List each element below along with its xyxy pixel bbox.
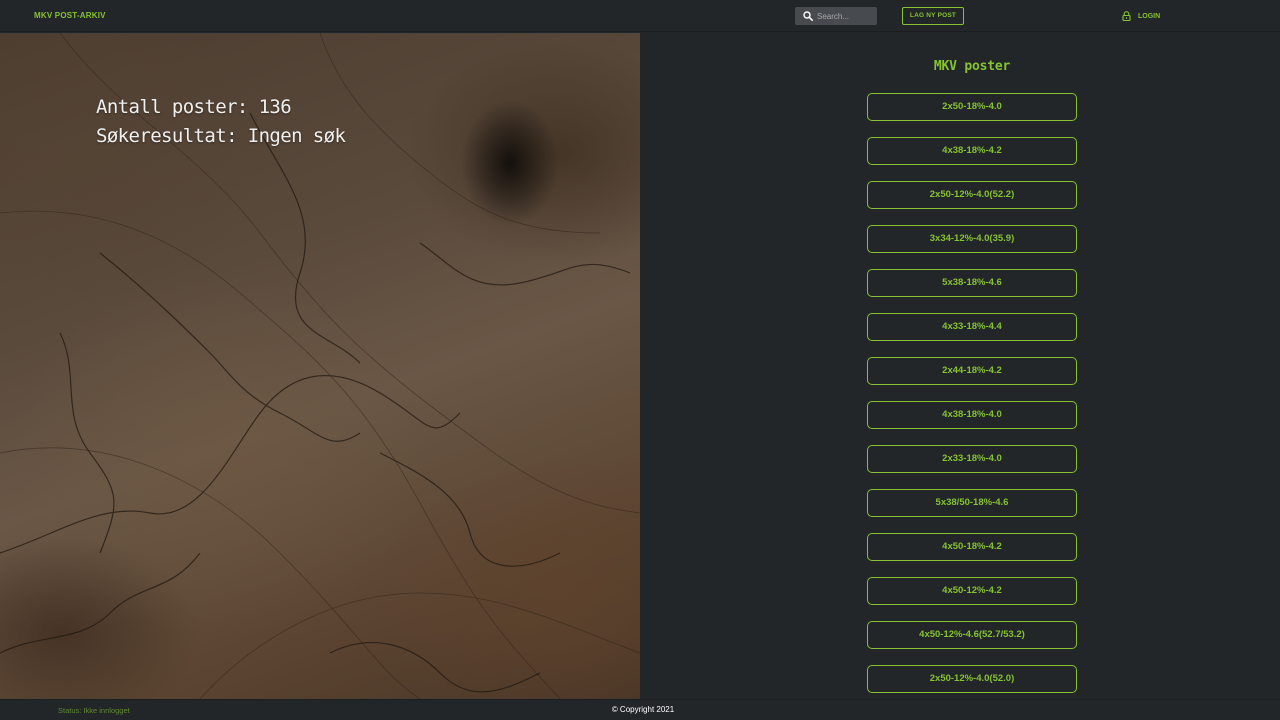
brand-link[interactable]: MKV POST-ARKIV bbox=[34, 11, 106, 20]
search-box[interactable] bbox=[795, 7, 877, 25]
post-item-button[interactable]: 5x38-18%-4.6 bbox=[867, 269, 1077, 297]
post-item-button[interactable]: 2x50-18%-4.0 bbox=[867, 93, 1077, 121]
post-item-button[interactable]: 2x50-12%-4.0(52.0) bbox=[867, 665, 1077, 693]
search-result-text: Søkeresultat: Ingen søk bbox=[96, 125, 346, 147]
copyright-text: © Copyright 2021 bbox=[611, 705, 675, 714]
hero-wood-background: Antall poster: 136 Søkeresultat: Ingen s… bbox=[0, 33, 640, 699]
post-item-button[interactable]: 4x38-18%-4.2 bbox=[867, 137, 1077, 165]
hero-stats: Antall poster: 136 Søkeresultat: Ingen s… bbox=[96, 93, 346, 151]
new-post-button[interactable]: LAG NY POST bbox=[902, 7, 964, 25]
post-list: 2x50-18%-4.0 4x38-18%-4.2 2x50-12%-4.0(5… bbox=[867, 93, 1077, 699]
post-item-button[interactable]: 2x44-18%-4.2 bbox=[867, 357, 1077, 385]
post-count-text: Antall poster: 136 bbox=[96, 96, 292, 118]
post-item-button[interactable]: 2x50-12%-4.0(52.2) bbox=[867, 181, 1077, 209]
post-item-button[interactable]: 3x34-12%-4.0(35.9) bbox=[867, 225, 1077, 253]
login-link[interactable]: LOGIN bbox=[1122, 10, 1160, 22]
search-icon bbox=[803, 11, 813, 21]
lock-icon bbox=[1122, 11, 1131, 21]
post-item-button[interactable]: 5x38/50-18%-4.6 bbox=[867, 489, 1077, 517]
post-item-button[interactable]: 4x50-12%-4.2 bbox=[867, 577, 1077, 605]
post-list-panel: MKV poster 2x50-18%-4.0 4x38-18%-4.2 2x5… bbox=[640, 33, 1280, 699]
post-item-button[interactable]: 4x50-12%-4.6(52.7/53.2) bbox=[867, 621, 1077, 649]
post-list-title: MKV poster bbox=[933, 59, 1011, 74]
top-navbar: MKV POST-ARKIV LAG NY POST LOGIN bbox=[0, 0, 1280, 32]
footer: Status: Ikke innlogget © Copyright 2021 bbox=[0, 699, 1280, 720]
login-label: LOGIN bbox=[1138, 12, 1161, 20]
post-item-button[interactable]: 4x38-18%-4.0 bbox=[867, 401, 1077, 429]
post-item-button[interactable]: 2x33-18%-4.0 bbox=[867, 445, 1077, 473]
post-item-button[interactable]: 4x50-18%-4.2 bbox=[867, 533, 1077, 561]
search-input[interactable] bbox=[817, 7, 875, 25]
post-item-button[interactable]: 4x33-18%-4.4 bbox=[867, 313, 1077, 341]
